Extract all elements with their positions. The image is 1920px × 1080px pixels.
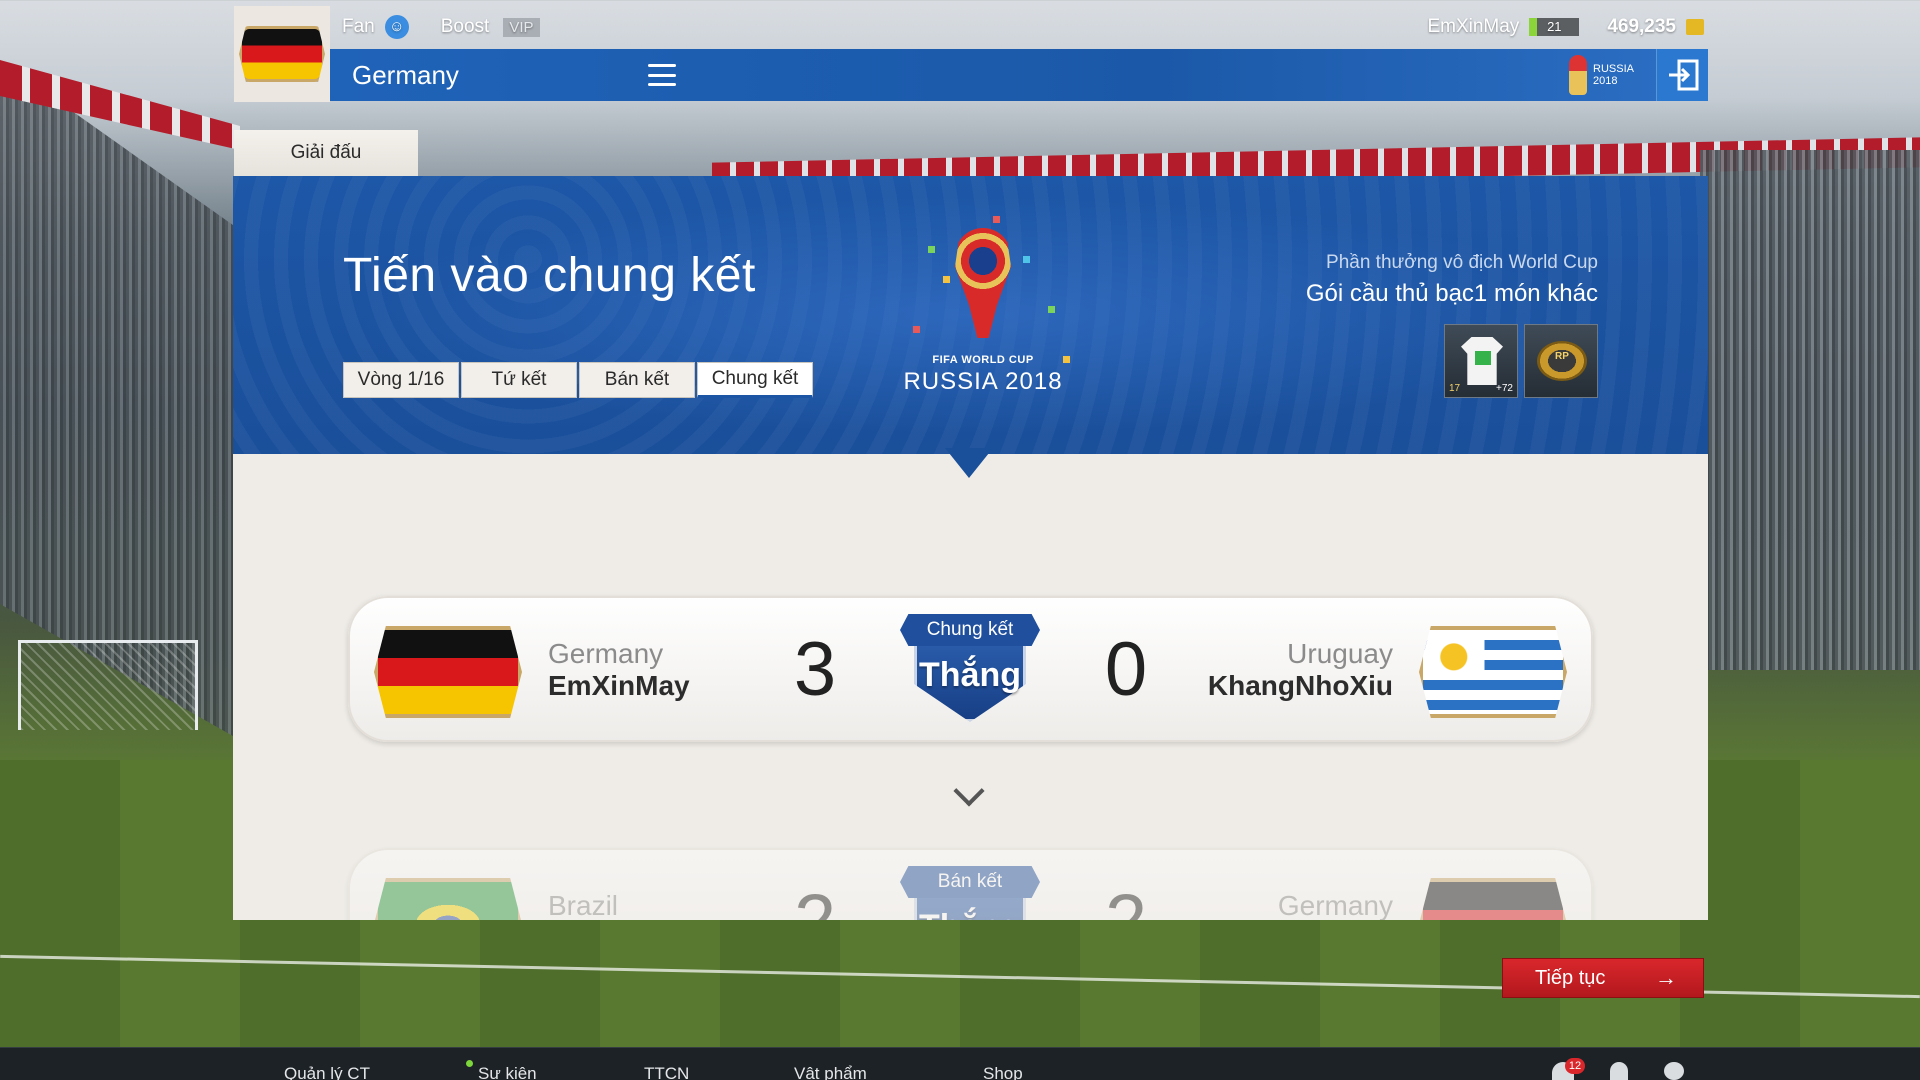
exit-icon: [1668, 59, 1698, 91]
stage-title: Tiến vào chung kết: [343, 249, 756, 302]
nav-events[interactable]: Sự kiện: [478, 1064, 537, 1080]
smile-icon: ☺: [384, 15, 409, 39]
fan-boost-status: Fan ☺ Boost VIP: [342, 14, 540, 40]
boost-label: Boost: [440, 16, 490, 37]
reward-rp-coin[interactable]: RP: [1524, 324, 1598, 398]
home-country: Brazil: [548, 890, 619, 920]
reward-player-pack[interactable]: 17 +72: [1444, 324, 1518, 398]
goal-net: [18, 640, 198, 730]
stage-banner: Tiến vào chung kết Vòng 1/16 Tứ kết Bán …: [233, 176, 1708, 454]
nav-items[interactable]: Vật phẩm: [794, 1064, 867, 1080]
away-score: 2: [1086, 878, 1166, 920]
country-title: Germany: [352, 59, 459, 90]
tab-final[interactable]: Chung kết: [697, 362, 813, 398]
reward-items: 17 +72 RP: [1444, 324, 1598, 398]
exit-button[interactable]: [1656, 49, 1708, 101]
germany-flag-icon: [239, 26, 325, 82]
away-player: KhangNhoXiu: [1207, 670, 1393, 701]
away-flag: [1419, 626, 1567, 718]
chevron-down-icon[interactable]: [953, 775, 985, 807]
nav-personal-info[interactable]: TTCN: [644, 1064, 689, 1080]
club-flag[interactable]: [234, 6, 330, 102]
nav-event-dot: [466, 1060, 473, 1067]
banner-notch: [945, 448, 993, 478]
coin-balance: 469,235: [1607, 16, 1676, 37]
tournament-panel: Tiến vào chung kết Vòng 1/16 Tứ kết Bán …: [233, 176, 1708, 920]
result-badge: Bán kết Thắng: [900, 866, 1040, 920]
jersey-level: 17: [1449, 383, 1461, 394]
continue-button[interactable]: Tiếp tục →: [1502, 958, 1704, 998]
result-label: Thắng: [900, 908, 1040, 920]
home-score: 2: [775, 878, 855, 920]
continue-label: Tiếp tục: [1535, 966, 1606, 989]
world-cup-trophy-icon: [1569, 55, 1588, 95]
home-flag: [374, 878, 522, 920]
header-bar: Germany RUSSIA 2018: [330, 49, 1708, 101]
coin-icon: [1686, 19, 1704, 35]
tab-round-of-16[interactable]: Vòng 1/16: [343, 362, 459, 398]
tab-tournament[interactable]: Giải đấu: [234, 130, 418, 176]
result-badge: Chung kết Thắng: [900, 614, 1040, 726]
germany-flag-icon: [374, 626, 522, 718]
home-player: EmXinMay: [548, 670, 690, 701]
result-label: Thắng: [919, 656, 1021, 694]
username: EmXinMay: [1427, 16, 1520, 37]
reward-caption: Phần thưởng vô địch World Cup: [1326, 252, 1598, 273]
jersey-icon: [1461, 337, 1503, 385]
tab-semi-final[interactable]: Bán kết: [579, 362, 695, 398]
away-country: Uruguay: [1287, 638, 1393, 669]
germany-flag-icon: [1419, 878, 1567, 920]
profile-icon[interactable]: [1610, 1062, 1628, 1080]
jersey-rating: +72: [1496, 383, 1513, 394]
nav-shop[interactable]: Shop: [983, 1064, 1023, 1080]
world-cup-logo: FIFA WORLD CUP RUSSIA 2018: [873, 216, 1073, 446]
away-score: 0: [1104, 627, 1148, 712]
tab-quarter-final[interactable]: Tứ kết: [461, 362, 577, 398]
settings-icon[interactable]: [1664, 1062, 1684, 1080]
rp-label: RP: [1555, 351, 1569, 362]
reward-name: Gói cầu thủ bạc1 món khác: [1305, 280, 1598, 307]
uruguay-flag-icon: [1419, 626, 1567, 718]
world-cup-emblem: [955, 228, 1011, 338]
level-badge: 21: [1529, 18, 1580, 36]
vip-badge[interactable]: VIP: [503, 17, 540, 37]
home-flag: [374, 626, 522, 718]
hamburger-menu-icon[interactable]: [648, 64, 676, 86]
wc-mini-line1: RUSSIA: [1593, 63, 1634, 75]
match-card-final[interactable]: Germany EmXinMay 3 Chung kết Thắng 0 Uru…: [348, 596, 1593, 742]
nav-club-management[interactable]: Quản lý CT: [284, 1064, 370, 1080]
round-tabs: Vòng 1/16 Tứ kết Bán kết Chung kết: [343, 362, 813, 398]
match-card-semi-final[interactable]: Brazil 2 Bán kết Thắng 2 Germany: [348, 848, 1593, 920]
wc-mini-line2: 2018: [1593, 75, 1618, 87]
user-status: EmXinMay 21 469,235: [1427, 14, 1704, 40]
logo-line1: FIFA WORLD CUP: [932, 354, 1034, 366]
home-score: 3: [793, 627, 837, 712]
home-country: Germany: [548, 638, 664, 669]
away-country: Germany: [1277, 890, 1393, 920]
logo-line2: RUSSIA 2018: [903, 368, 1063, 395]
away-flag: [1419, 878, 1567, 920]
fan-label: Fan: [342, 16, 375, 37]
world-cup-mini-logo: RUSSIA 2018: [1569, 55, 1634, 95]
notification-badge: 12: [1565, 1058, 1585, 1074]
result-round: Chung kết: [900, 614, 1040, 646]
arrow-right-icon: →: [1655, 965, 1677, 990]
brazil-flag-icon: [374, 878, 522, 920]
result-round: Bán kết: [900, 866, 1040, 898]
stand-right: [1700, 150, 1920, 670]
stand-left: [0, 60, 240, 740]
